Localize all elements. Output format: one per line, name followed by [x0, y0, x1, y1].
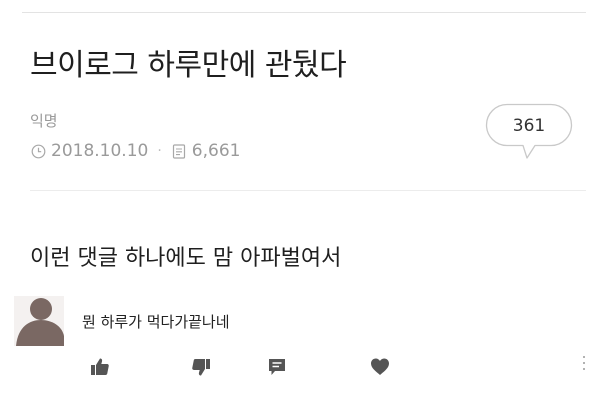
- post-body-text: 이런 댓글 하나에도 맘 아파벌여서: [30, 246, 342, 271]
- reply-button[interactable]: [264, 354, 290, 380]
- comment-action-bar: [0, 352, 600, 382]
- thumbs-down-icon: [192, 359, 210, 376]
- comment-text: 뭔 하루가 먹다가끝나네: [82, 313, 230, 331]
- post-meta: 2018.10.10 · 6,661: [30, 140, 240, 162]
- post-date: 2018.10.10: [51, 141, 149, 161]
- author-name[interactable]: 익명: [30, 110, 58, 131]
- clock-icon: [30, 143, 46, 159]
- like-button[interactable]: [87, 354, 113, 380]
- dislike-button[interactable]: [188, 354, 214, 380]
- document-icon: [171, 143, 187, 159]
- comment-count-bubble[interactable]: 361: [485, 103, 573, 165]
- top-divider: [22, 12, 586, 13]
- more-vertical-icon[interactable]: [580, 356, 588, 376]
- content-divider: [30, 190, 586, 191]
- meta-separator: ·: [157, 143, 162, 159]
- comment-count: 361: [512, 116, 546, 136]
- post-title: 브이로그 하루만에 관뒀다: [30, 48, 347, 83]
- reply-icon: [269, 359, 285, 375]
- thumbs-up-icon: [91, 358, 109, 375]
- heart-button[interactable]: [367, 354, 393, 380]
- avatar[interactable]: [14, 296, 64, 346]
- view-count: 6,661: [191, 141, 241, 161]
- heart-icon: [371, 358, 389, 375]
